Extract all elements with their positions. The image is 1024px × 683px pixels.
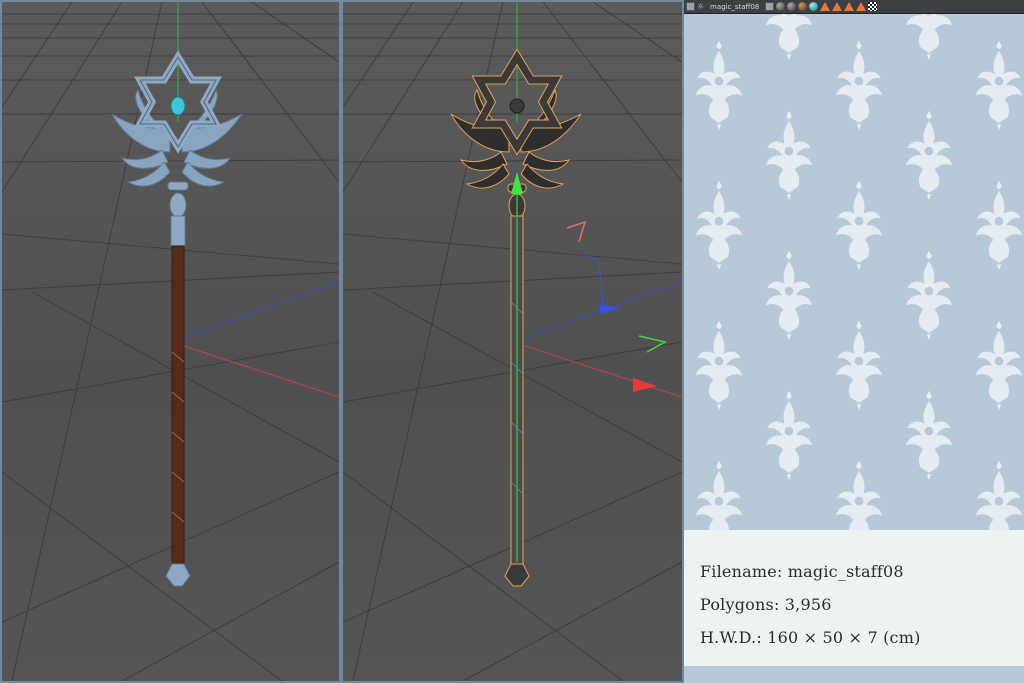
cone-icon[interactable] (832, 2, 843, 11)
light-icon[interactable]: ☼ (697, 2, 706, 11)
box-icon[interactable] (765, 2, 775, 11)
model-info-card: Filename: magic_staff08 Polygons: 3,956 … (684, 530, 1024, 666)
preview-toolbar: ☼ magic_staff08 (684, 0, 1024, 14)
polygons-label: Polygons: 3,956 (700, 595, 832, 614)
texture-preview-panel: ☼ magic_staff08 Filename: magic_staff08 … (684, 0, 1024, 683)
gizmo-x-handle[interactable] (633, 378, 657, 392)
staff-model-shaded[interactable] (111, 50, 243, 587)
axis-z-line (171, 281, 339, 343)
cone-icon[interactable] (856, 2, 867, 11)
sphere-icon[interactable] (776, 2, 786, 11)
layout-icon[interactable] (686, 2, 695, 11)
viewport-perspective-wireframe[interactable] (341, 0, 684, 683)
gizmo-rotate-x[interactable] (566, 220, 587, 243)
gem (509, 98, 525, 114)
axis-x-line (512, 341, 682, 398)
sphere-icon[interactable] (787, 2, 797, 11)
gizmo-rotate-y[interactable] (638, 335, 668, 353)
damask-texture-strip (684, 666, 1024, 683)
damask-texture (684, 14, 1024, 530)
sphere-icon[interactable] (809, 2, 819, 11)
checker-icon[interactable] (868, 2, 878, 11)
gem (170, 96, 186, 116)
axis-x-line (171, 341, 339, 398)
dimensions-label: H.W.D.: 160 × 50 × 7 (cm) (700, 628, 921, 647)
cone-icon[interactable] (820, 2, 831, 11)
staff-model-selected[interactable] (450, 48, 582, 587)
filename-label: Filename: magic_staff08 (700, 562, 904, 581)
gizmo-y-handle[interactable] (511, 172, 523, 194)
viewport-canvas-wireframe (343, 2, 682, 681)
axis-z-line (512, 281, 682, 343)
preview-title: magic_staff08 (710, 2, 760, 11)
sphere-icon[interactable] (798, 2, 808, 11)
viewport-canvas-shaded (2, 2, 339, 681)
viewport-perspective-shaded[interactable] (0, 0, 341, 683)
gizmo-z-handle[interactable] (599, 304, 621, 314)
cone-icon[interactable] (844, 2, 855, 11)
